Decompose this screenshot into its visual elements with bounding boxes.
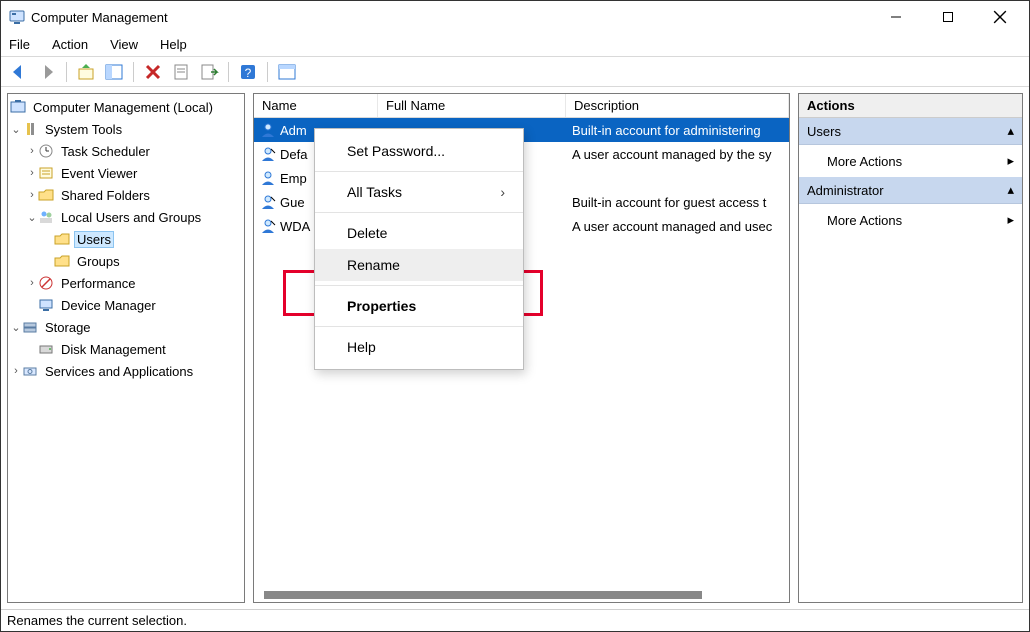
tree-shared-folders[interactable]: › Shared Folders [10,184,242,206]
tree-root[interactable]: Computer Management (Local) [10,96,242,118]
menu-action[interactable]: Action [52,37,88,52]
back-button[interactable] [7,60,31,84]
tree-performance[interactable]: › Performance [10,272,242,294]
menu-view[interactable]: View [110,37,138,52]
arrow-right-icon: ▸ [1007,212,1014,228]
collapse-icon[interactable]: ⌄ [10,321,22,334]
menu-file[interactable]: File [9,37,30,52]
tree-event-viewer[interactable]: › Event Viewer [10,162,242,184]
collapse-icon[interactable]: ⌄ [10,123,22,136]
submenu-arrow-icon: › [500,184,505,200]
user-disabled-icon [260,219,276,233]
tree-disk-management[interactable]: Disk Management [10,338,242,360]
user-disabled-icon [260,195,276,209]
tree-device-manager[interactable]: Device Manager [10,294,242,316]
minimize-button[interactable] [881,5,911,29]
list-pane: Name Full Name Description Adm Built-in … [253,93,790,603]
ctx-properties[interactable]: Properties [315,290,523,322]
expand-icon[interactable]: › [26,167,38,179]
tree-storage[interactable]: ⌄ Storage [10,316,242,338]
window-title: Computer Management [31,10,168,25]
up-button[interactable] [74,60,98,84]
actions-section-administrator[interactable]: Administrator ▴ [799,177,1022,204]
status-text: Renames the current selection. [7,613,187,628]
tree-services-apps[interactable]: › Services and Applications [10,360,242,382]
expand-icon[interactable]: › [26,189,38,201]
status-bar: Renames the current selection. [1,609,1029,631]
actions-pane: Actions Users ▴ More Actions ▸ Administr… [798,93,1023,603]
user-disabled-icon [260,147,276,161]
actions-title: Actions [799,94,1022,118]
expand-icon[interactable]: › [10,365,22,377]
tree-groups[interactable]: Groups [10,250,242,272]
horizontal-scrollbar[interactable] [254,588,789,602]
ctx-set-password[interactable]: Set Password... [315,135,523,167]
arrow-right-icon: ▸ [1007,153,1014,169]
maximize-button[interactable] [933,5,963,29]
export-button[interactable] [197,60,221,84]
forward-button[interactable] [35,60,59,84]
actions-more-admin[interactable]: More Actions ▸ [799,204,1022,236]
user-icon [260,123,276,137]
column-fullname[interactable]: Full Name [378,94,566,117]
delete-button[interactable] [141,60,165,84]
chevron-up-icon: ▴ [1007,123,1014,139]
svg-text:?: ? [245,66,252,80]
menu-help[interactable]: Help [160,37,187,52]
context-menu: Set Password... All Tasks› Delete Rename… [314,128,524,370]
expand-icon[interactable]: › [26,277,38,289]
app-window: Computer Management File Action View Hel… [0,0,1030,632]
column-description[interactable]: Description [566,94,789,117]
close-button[interactable] [985,5,1015,29]
chevron-up-icon: ▴ [1007,182,1014,198]
help-button[interactable]: ? [236,60,260,84]
refresh-action-button[interactable] [275,60,299,84]
column-name[interactable]: Name [254,94,378,117]
ctx-rename[interactable]: Rename [315,249,523,281]
collapse-icon[interactable]: ⌄ [26,211,38,224]
tree-local-users-groups[interactable]: ⌄ Local Users and Groups [10,206,242,228]
toolbar: ? [1,57,1029,87]
expand-icon[interactable]: › [26,145,38,157]
tree-system-tools[interactable]: ⌄ System Tools [10,118,242,140]
actions-more-users[interactable]: More Actions ▸ [799,145,1022,177]
app-icon [9,9,25,25]
menu-bar: File Action View Help [1,33,1029,57]
column-headers: Name Full Name Description [254,94,789,118]
ctx-help[interactable]: Help [315,331,523,363]
properties-button[interactable] [169,60,193,84]
show-hide-tree-button[interactable] [102,60,126,84]
ctx-delete[interactable]: Delete [315,217,523,249]
actions-section-users[interactable]: Users ▴ [799,118,1022,145]
tree-task-scheduler[interactable]: › Task Scheduler [10,140,242,162]
user-icon [260,171,276,185]
tree-users[interactable]: Users [10,228,242,250]
tree-pane: Computer Management (Local) ⌄ System Too… [7,93,245,603]
ctx-all-tasks[interactable]: All Tasks› [315,176,523,208]
title-bar: Computer Management [1,1,1029,33]
